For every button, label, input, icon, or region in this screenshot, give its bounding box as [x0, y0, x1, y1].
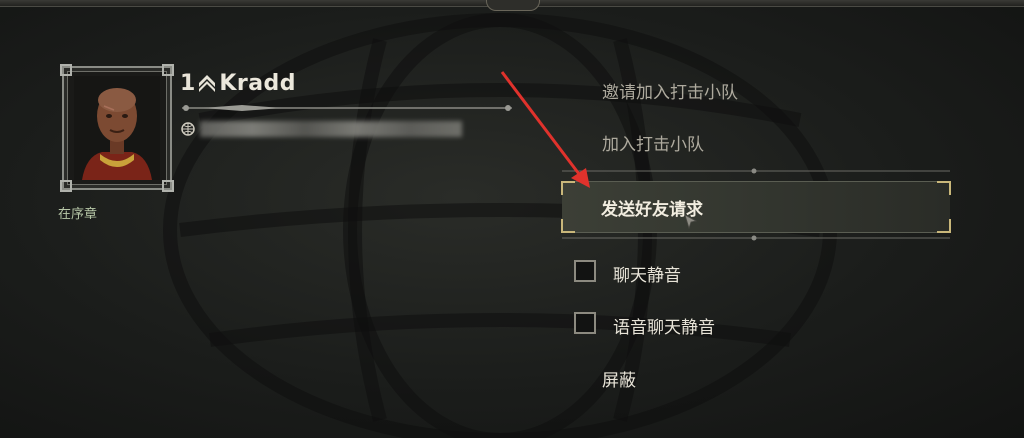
- chapter-label: 在序章: [58, 207, 98, 222]
- player-avatar: [74, 76, 160, 180]
- mute-chat-label[interactable]: 聊天静音: [613, 261, 681, 286]
- player-name-row: 1 Kradd: [180, 70, 296, 96]
- rank-chevron-icon: [199, 75, 216, 92]
- player-name: Kradd: [219, 70, 297, 96]
- frame-corner: [162, 64, 174, 76]
- rank-number: 1: [180, 70, 196, 96]
- mute-voice-checkbox[interactable]: [574, 312, 596, 334]
- player-portrait-frame: [60, 64, 174, 192]
- top-ornament: [486, 0, 540, 11]
- mouse-cursor-icon: [684, 214, 698, 230]
- join-strike-team-option[interactable]: 加入打击小队: [602, 130, 704, 155]
- highlight-corner: [561, 181, 575, 195]
- menu-separator: [562, 168, 950, 174]
- mute-voice-label[interactable]: 语音聊天静音: [613, 313, 715, 338]
- highlight-corner: [561, 219, 575, 233]
- invite-strike-team-option[interactable]: 邀请加入打击小队: [602, 78, 738, 103]
- frame-corner: [162, 180, 174, 192]
- frame-corner: [60, 64, 72, 76]
- player-id-redacted: [200, 121, 462, 137]
- send-friend-request-button[interactable]: 发送好友请求: [561, 181, 951, 233]
- highlight-corner: [937, 181, 951, 195]
- frame-corner: [60, 180, 72, 192]
- name-divider: [182, 105, 512, 111]
- block-option[interactable]: 屏蔽: [602, 366, 636, 391]
- menu-separator: [562, 235, 950, 241]
- mute-chat-checkbox[interactable]: [574, 260, 596, 282]
- highlight-corner: [937, 219, 951, 233]
- globe-icon: [181, 122, 195, 136]
